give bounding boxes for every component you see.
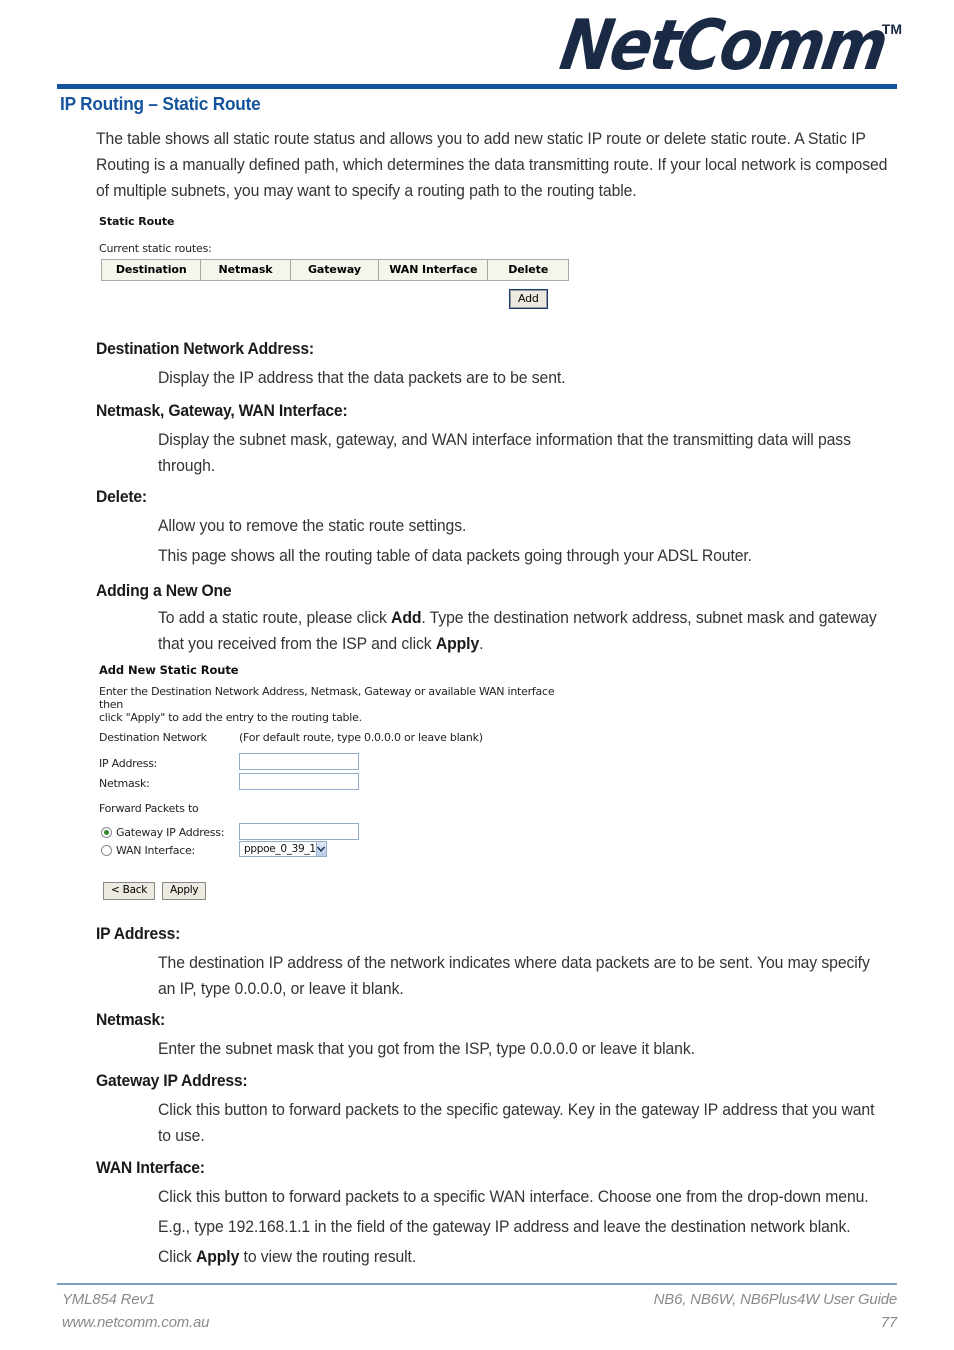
add-route-button[interactable]: Add: [509, 289, 548, 309]
adding-bold-apply: Apply: [435, 635, 480, 653]
destination-network-label: Destination Network: [99, 731, 207, 744]
intro-paragraph: The table shows all static route status …: [96, 130, 888, 200]
static-route-title: Static Route: [99, 215, 175, 228]
footer-divider: [57, 1283, 897, 1285]
definition-wan-interface-line-2: E.g., type 192.168.1.1 in the field of t…: [158, 1218, 851, 1236]
definition-netmask-gateway-wan: Display the subnet mask, gateway, and WA…: [158, 431, 851, 475]
column-header-gateway: Gateway: [289, 259, 380, 281]
add-static-route-screenshot: Add New Static Route Enter the Destinati…: [99, 663, 579, 908]
wan-interface-radio[interactable]: [101, 845, 112, 856]
current-routes-label: Current static routes:: [99, 242, 212, 255]
term-adding-a-new-one: Adding a New One: [96, 582, 232, 600]
closing-instruction: Click Apply to view the routing result.: [158, 1244, 884, 1270]
wan-interface-select[interactable]: pppoe_0_39_1: [239, 841, 327, 857]
term-gateway-ip-address: Gateway IP Address:: [96, 1072, 248, 1090]
table-header-row: Destination Netmask Gateway WAN Interfac…: [100, 259, 569, 281]
forward-packets-label: Forward Packets to: [99, 802, 199, 815]
footer-website: www.netcomm.com.au: [62, 1314, 210, 1331]
adding-text-suffix: .: [479, 635, 484, 653]
logo-wordmark: NetComm: [555, 3, 892, 86]
wan-interface-radio-label[interactable]: WAN Interface:: [116, 844, 195, 857]
ip-address-input[interactable]: [239, 753, 359, 770]
footer-right: NB6, NB6W, NB6Plus4W User Guide 77: [653, 1288, 898, 1334]
header-divider: [57, 84, 897, 89]
definition-delete-line-2: This page shows all the routing table of…: [158, 547, 752, 565]
wan-interface-select-value: pppoe_0_39_1: [244, 843, 316, 855]
term-wan-interface: WAN Interface:: [96, 1159, 205, 1177]
gateway-ip-input[interactable]: [239, 823, 359, 840]
footer-guide-name: NB6, NB6W, NB6Plus4W User Guide: [653, 1291, 898, 1308]
column-header-netmask: Netmask: [200, 259, 291, 281]
column-header-wan-interface: WAN Interface: [378, 259, 489, 281]
gateway-ip-radio[interactable]: [101, 827, 112, 838]
closing-bold-apply: Apply: [195, 1248, 240, 1266]
definition-gateway-ip-address: Click this button to forward packets to …: [158, 1101, 875, 1145]
back-button[interactable]: < Back: [103, 882, 156, 900]
term-netmask-gateway-wan: Netmask, Gateway, WAN Interface:: [96, 402, 348, 420]
page-title: IP Routing – Static Route: [60, 93, 261, 114]
add-route-button-label: Add: [510, 290, 547, 308]
instructions-line-1: Enter the Destination Network Address, N…: [99, 685, 555, 711]
add-route-form-instructions: Enter the Destination Network Address, N…: [99, 685, 569, 724]
term-destination-network-address: Destination Network Address:: [96, 340, 314, 358]
instructions-line-2: click "Apply" to add the entry to the ro…: [99, 711, 362, 724]
adding-bold-add: Add: [391, 609, 422, 627]
column-header-delete: Delete: [487, 259, 569, 281]
footer-left: YML854 Rev1 www.netcomm.com.au: [62, 1288, 209, 1334]
document-page: NetCommTM IP Routing – Static Route The …: [0, 0, 954, 1350]
term-delete: Delete:: [96, 488, 147, 506]
definition-ip-address: The destination IP address of the networ…: [158, 954, 870, 998]
term-netmask: Netmask:: [96, 1011, 166, 1029]
definition-netmask: Enter the subnet mask that you got from …: [158, 1040, 695, 1058]
netmask-input[interactable]: [239, 773, 359, 790]
definition-destination-network-address: Display the IP address that the data pac…: [158, 369, 566, 387]
destination-network-hint: (For default route, type 0.0.0.0 or leav…: [239, 731, 483, 744]
add-route-form-title: Add New Static Route: [99, 663, 239, 677]
column-header-destination: Destination: [100, 259, 202, 281]
closing-prefix: Click: [158, 1248, 196, 1266]
definition-wan-interface-line-1: Click this button to forward packets to …: [158, 1188, 869, 1206]
static-routes-table: Destination Netmask Gateway WAN Interfac…: [100, 259, 569, 281]
ip-address-label: IP Address:: [99, 757, 158, 770]
adding-text-prefix: To add a static route, please click: [158, 609, 392, 627]
closing-suffix: to view the routing result.: [239, 1248, 417, 1266]
footer-page-number: 77: [880, 1314, 897, 1331]
static-route-screenshot: Static Route Current static routes: Dest…: [99, 215, 569, 315]
footer-doc-ref: YML854 Rev1: [62, 1291, 155, 1308]
netcomm-logo: NetCommTM: [556, 4, 902, 86]
term-ip-address: IP Address:: [96, 925, 181, 943]
definition-delete-line-1: Allow you to remove the static route set…: [158, 517, 467, 535]
gateway-ip-radio-label[interactable]: Gateway IP Address:: [116, 826, 224, 839]
apply-button[interactable]: Apply: [162, 882, 207, 900]
chevron-down-icon: [315, 842, 326, 856]
definition-adding-a-new-one: To add a static route, please click Add.…: [158, 605, 884, 657]
netmask-label: Netmask:: [99, 777, 150, 790]
